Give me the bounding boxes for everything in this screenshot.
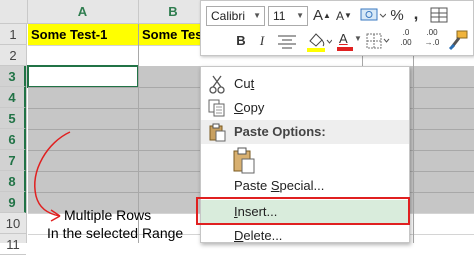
menu-item-label: Paste Special...	[234, 178, 325, 193]
copy-icon	[208, 99, 225, 117]
decrease-decimal-bottom: →.0	[424, 38, 440, 47]
increase-decimal-bottom: .00	[400, 38, 412, 47]
paste-button[interactable]	[231, 147, 257, 175]
grow-font-icon: A	[313, 7, 324, 24]
annotation-line-1: Multiple Rows	[64, 207, 152, 223]
font-color-swatch	[337, 47, 353, 51]
format-painter-grid-button[interactable]	[429, 6, 449, 26]
decrease-decimal-button[interactable]: .00 →.0	[419, 28, 445, 48]
font-name-combo[interactable]: Calibri ▼	[206, 6, 265, 26]
insert-highlight-box	[196, 197, 410, 225]
annotation-line-2: In the selected Range	[47, 225, 184, 241]
menu-item-label: Cut	[234, 76, 255, 91]
clipboard-icon	[209, 123, 226, 142]
accounting-format-button[interactable]	[358, 5, 387, 25]
borders-button[interactable]	[364, 31, 392, 51]
menu-item-paste-special[interactable]: Paste Special...	[201, 174, 409, 198]
scissors-icon	[209, 75, 225, 94]
align-center-icon	[278, 35, 296, 49]
accounting-format-icon	[360, 8, 387, 21]
percent-style-button[interactable]: %	[388, 6, 406, 26]
chevron-down-icon: ▼	[354, 34, 362, 43]
italic-button[interactable]: I	[253, 31, 271, 51]
paste-clipboard-icon	[233, 147, 255, 174]
bold-button[interactable]: B	[232, 31, 250, 51]
paste-options-header: Paste Options:	[201, 120, 409, 144]
font-size-value: 11	[273, 9, 286, 23]
font-color-button[interactable]: A ▼	[334, 29, 362, 51]
borders-icon	[366, 33, 390, 49]
paste-options-label: Paste Options:	[234, 124, 326, 139]
table-format-icon	[430, 7, 448, 23]
chevron-down-icon: ▼	[296, 11, 304, 20]
fill-color-icon	[307, 33, 333, 52]
decrease-decimal-top: .00	[426, 28, 438, 37]
shrink-font-button[interactable]: A▼	[334, 6, 354, 26]
mini-toolbar: Calibri ▼ 11 ▼ A▲ A▼ % , B I A ▼ .0 .00 …	[200, 0, 474, 56]
chevron-down-icon: ▼	[253, 11, 261, 20]
font-name-value: Calibri	[211, 9, 246, 23]
increase-decimal-top: .0	[402, 28, 410, 37]
comma-style-button[interactable]: ,	[409, 4, 423, 24]
menu-item-cut[interactable]: Cut	[201, 72, 409, 96]
grow-font-button[interactable]: A▲	[312, 6, 332, 26]
fill-color-button[interactable]	[304, 29, 333, 52]
menu-item-delete[interactable]: Delete...	[201, 224, 409, 248]
font-size-combo[interactable]: 11 ▼	[268, 6, 308, 26]
increase-decimal-button[interactable]: .0 .00	[394, 28, 418, 48]
shrink-font-icon: A	[336, 9, 345, 23]
align-center-button[interactable]	[274, 31, 302, 51]
font-color-icon: A	[339, 31, 348, 46]
menu-item-label: Delete...	[234, 228, 283, 243]
paintbrush-icon	[448, 30, 468, 51]
format-painter-button[interactable]	[447, 29, 469, 51]
menu-item-copy[interactable]: Copy	[201, 96, 409, 120]
menu-item-label: Copy	[234, 100, 265, 115]
